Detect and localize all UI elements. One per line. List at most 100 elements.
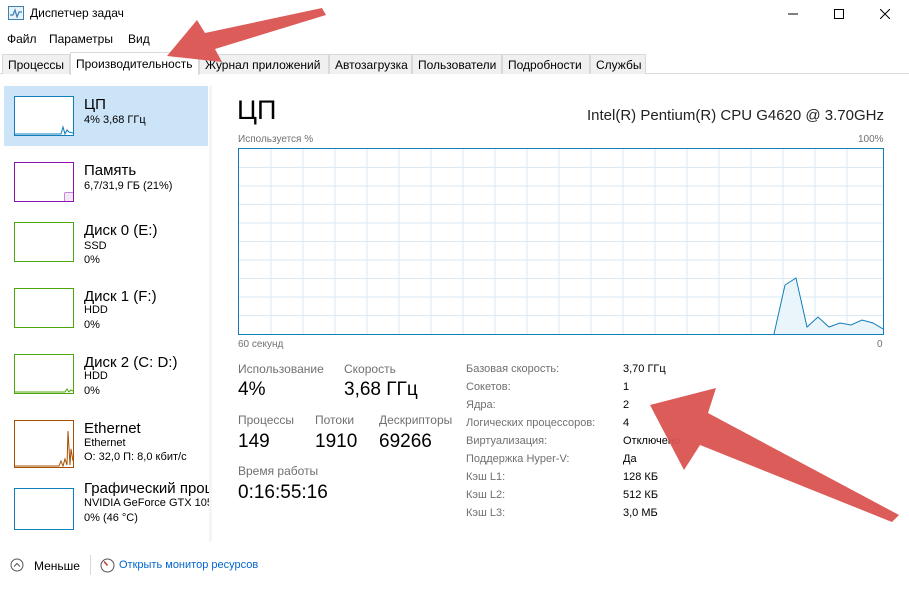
gpu-thumbnail-graph (14, 488, 74, 530)
disk-1-thumbnail-graph (14, 288, 74, 328)
sidebar-item-type: HDD (84, 304, 108, 316)
sidebar-item-label: Диск 1 (F:) (84, 288, 157, 305)
chevron-up-icon[interactable] (10, 558, 24, 572)
processes-value: 149 (238, 431, 270, 452)
open-resource-monitor-link[interactable]: Открыть монитор ресурсов (119, 559, 258, 571)
minimize-button[interactable] (770, 0, 816, 28)
annotation-arrow-bottom (650, 388, 899, 522)
tab-processes[interactable]: Процессы (2, 54, 70, 74)
close-icon (880, 9, 890, 19)
l1-cache-value: 128 КБ (623, 471, 659, 483)
minimize-icon (788, 13, 798, 15)
handles-value: 69266 (379, 431, 432, 452)
sockets-label: Сокетов: (466, 381, 511, 393)
hyperv-label: Поддержка Hyper-V: (466, 453, 570, 465)
disk-0-thumbnail-graph (14, 222, 74, 262)
sidebar-item-type: SSD (84, 240, 107, 252)
page-title: ЦП (237, 95, 277, 125)
virtualization-label: Виртуализация: (466, 435, 548, 447)
sidebar-item-label: Диск 2 (C: D:) (84, 354, 178, 371)
sidebar-item-disk-0[interactable]: Диск 0 (E:) SSD 0% (4, 212, 208, 272)
usage-label: Использование (238, 362, 324, 376)
sidebar-item-type: Ethernet (84, 437, 126, 449)
task-manager-app-icon (8, 6, 24, 20)
sidebar-item-detail: О: 32,0 П: 8,0 кбит/с (84, 451, 187, 463)
processes-label: Процессы (238, 413, 295, 427)
sidebar-item-disk-1[interactable]: Диск 1 (F:) HDD 0% (4, 278, 208, 338)
sidebar-item-type: NVIDIA GeForce GTX 1050 (84, 497, 209, 509)
logical-processors-label: Логических процессоров: (466, 417, 596, 429)
l1-cache-label: Кэш L1: (466, 471, 506, 483)
base-speed-value: 3,70 ГГц (623, 363, 666, 375)
sidebar-item-label: Графический процессор 0 (84, 480, 209, 497)
menu-bar: Файл Параметры Вид (0, 29, 909, 49)
maximize-icon (834, 9, 844, 19)
sidebar-item-label: Ethernet (84, 420, 141, 437)
tab-startup[interactable]: Автозагрузка (329, 54, 412, 74)
sidebar-item-detail: 0% (46 °C) (84, 512, 138, 524)
cores-label: Ядра: (466, 399, 496, 411)
l3-cache-label: Кэш L3: (466, 507, 506, 519)
base-speed-label: Базовая скорость: (466, 363, 560, 375)
virtualization-value: Отключено (623, 435, 680, 447)
sidebar-item-detail: 0% (84, 254, 100, 266)
uptime-value: 0:16:55:16 (238, 482, 328, 503)
speed-label: Скорость (344, 362, 396, 376)
sidebar-item-detail: 0% (84, 385, 100, 397)
sidebar-item-ethernet[interactable]: Ethernet Ethernet О: 32,0 П: 8,0 кбит/с (4, 410, 208, 470)
sidebar-item-label: ЦП (84, 96, 106, 113)
title-bar: Диспетчер задач (0, 0, 909, 28)
tab-app-history[interactable]: Журнал приложений (199, 54, 329, 74)
threads-value: 1910 (315, 431, 358, 452)
tab-details[interactable]: Подробности (502, 54, 590, 74)
cpu-usage-graph (238, 148, 884, 335)
menu-view[interactable]: Вид (128, 32, 150, 46)
tab-users[interactable]: Пользователи (412, 54, 502, 74)
sidebar-item-cpu[interactable]: ЦП 4% 3,68 ГГц (4, 86, 208, 146)
cpu-thumbnail-graph (14, 96, 74, 136)
tab-performance[interactable]: Производительность (70, 52, 199, 75)
maximize-button[interactable] (816, 0, 862, 28)
tab-services[interactable]: Службы (590, 54, 646, 74)
cpu-model-name: Intel(R) Pentium(R) CPU G4620 @ 3.70GHz (587, 107, 884, 124)
graph-x-min-label: 0 (877, 339, 883, 350)
logical-processors-value: 4 (623, 417, 630, 429)
sidebar-item-detail: 0% (84, 319, 100, 331)
handles-label: Дескрипторы (379, 413, 453, 427)
disk-2-thumbnail-graph (14, 354, 74, 394)
sidebar-item-label: Диск 0 (E:) (84, 222, 158, 239)
fewer-details-button[interactable]: Меньше (34, 559, 80, 573)
l3-cache-value: 3,0 МБ (623, 507, 658, 519)
memory-thumbnail-graph (14, 162, 74, 202)
graph-y-max-label: 100% (858, 134, 884, 145)
sidebar-item-detail: 4% 3,68 ГГц (84, 114, 146, 126)
window-title: Диспетчер задач (30, 6, 124, 20)
l2-cache-label: Кэш L2: (466, 489, 506, 501)
l2-cache-value: 512 КБ (623, 489, 659, 501)
footer-divider (90, 555, 91, 575)
usage-value: 4% (238, 379, 266, 400)
graph-x-label: 60 секунд (238, 339, 284, 350)
sidebar-item-label: Память (84, 162, 137, 179)
close-button[interactable] (862, 0, 908, 28)
speed-value: 3,68 ГГц (344, 379, 418, 400)
hyperv-value: Да (623, 453, 637, 465)
sidebar-scrollbar[interactable] (209, 86, 212, 542)
graph-y-label: Используется % (238, 134, 314, 145)
cores-value: 2 (623, 399, 630, 411)
threads-label: Потоки (315, 413, 355, 427)
sockets-value: 1 (623, 381, 630, 393)
sidebar-item-disk-2[interactable]: Диск 2 (C: D:) HDD 0% (4, 344, 208, 404)
tab-strip: Процессы Производительность Журнал прило… (0, 52, 909, 75)
ethernet-thumbnail-graph (14, 420, 74, 468)
resource-monitor-icon (100, 558, 115, 573)
sidebar-item-type: HDD (84, 370, 108, 382)
sidebar-item-gpu[interactable]: Графический процессор 0 NVIDIA GeForce G… (4, 478, 209, 538)
cpu-usage-graph-svg (239, 149, 884, 335)
menu-options[interactable]: Параметры (49, 32, 113, 46)
menu-file[interactable]: Файл (7, 32, 37, 46)
uptime-label: Время работы (238, 464, 319, 478)
footer-bar: Меньше Открыть монитор ресурсов (0, 550, 909, 580)
sidebar-item-detail: 6,7/31,9 ГБ (21%) (84, 180, 173, 192)
sidebar-item-memory[interactable]: Память 6,7/31,9 ГБ (21%) (4, 152, 208, 212)
